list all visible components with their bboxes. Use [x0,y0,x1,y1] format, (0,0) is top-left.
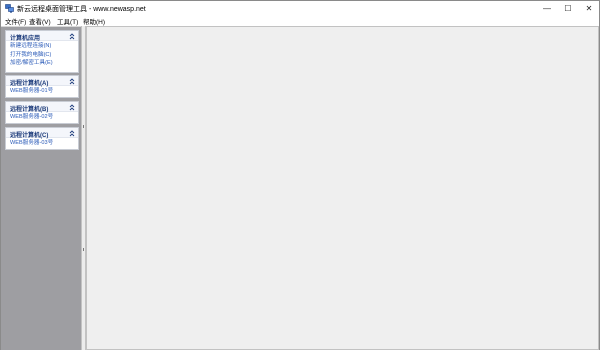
encrypt-decrypt-tool-link[interactable]: 加密/解密工具(E) [10,59,74,68]
panel-remote-computer-b: 远程计算机(B) WEB服务器-02号 [5,101,79,124]
double-chevron-up-icon[interactable] [68,103,75,111]
double-chevron-up-icon[interactable] [68,77,75,85]
panel-title: 远程计算机(B) [10,106,49,113]
panel-header[interactable]: 计算机应用 [6,31,78,42]
menu-view[interactable]: 查看(V) [29,16,51,26]
panel-header[interactable]: 远程计算机(B) [6,102,78,113]
app-window: 新云远程桌面管理工具 - www.newasp.net — ☐ ✕ 文件(F) … [0,0,600,350]
app-icon [5,4,14,13]
panel-remote-computer-a: 远程计算机(A) WEB服务器-01号 [5,75,79,98]
panel-computer-apps: 计算机应用 新建远程连接(N) 打开我的电脑(C) 加密/解密工具(E) [5,30,79,73]
panel-remote-computer-c: 远程计算机(C) WEB服务器-03号 [5,127,79,150]
panel-header[interactable]: 远程计算机(A) [6,76,78,87]
panel-title: 计算机应用 [10,35,41,42]
menu-bar: 文件(F) 查看(V) 工具(T) 帮助(H) [1,16,599,26]
menu-file[interactable]: 文件(F) [5,16,26,26]
window-title: 新云远程桌面管理工具 - www.newasp.net [17,6,146,13]
splitter-grip [83,125,84,128]
menu-tools[interactable]: 工具(T) [57,16,78,26]
title-bar[interactable]: 新云远程桌面管理工具 - www.newasp.net — ☐ ✕ [1,1,599,16]
close-button[interactable]: ✕ [575,1,600,16]
remote-server-link[interactable]: WEB服务器-03号 [10,139,74,148]
panel-header[interactable]: 远程计算机(C) [6,128,78,139]
remote-server-link[interactable]: WEB服务器-02号 [10,113,74,122]
new-remote-connection-link[interactable]: 新建远程连接(N) [10,42,74,51]
workspace-area[interactable] [86,26,599,350]
minimize-icon: — [543,4,551,13]
splitter-grip [83,248,84,251]
panel-title: 远程计算机(A) [10,80,49,87]
menu-help[interactable]: 帮助(H) [83,16,105,26]
remote-server-link[interactable]: WEB服务器-01号 [10,87,74,96]
sidebar: 计算机应用 新建远程连接(N) 打开我的电脑(C) 加密/解密工具(E) 远程计… [1,26,81,350]
double-chevron-up-icon[interactable] [68,32,75,40]
double-chevron-up-icon[interactable] [68,129,75,137]
maximize-icon: ☐ [564,4,572,13]
close-icon: ✕ [585,4,593,13]
panel-title: 远程计算机(C) [10,132,49,139]
open-my-computer-link[interactable]: 打开我的电脑(C) [10,51,74,60]
